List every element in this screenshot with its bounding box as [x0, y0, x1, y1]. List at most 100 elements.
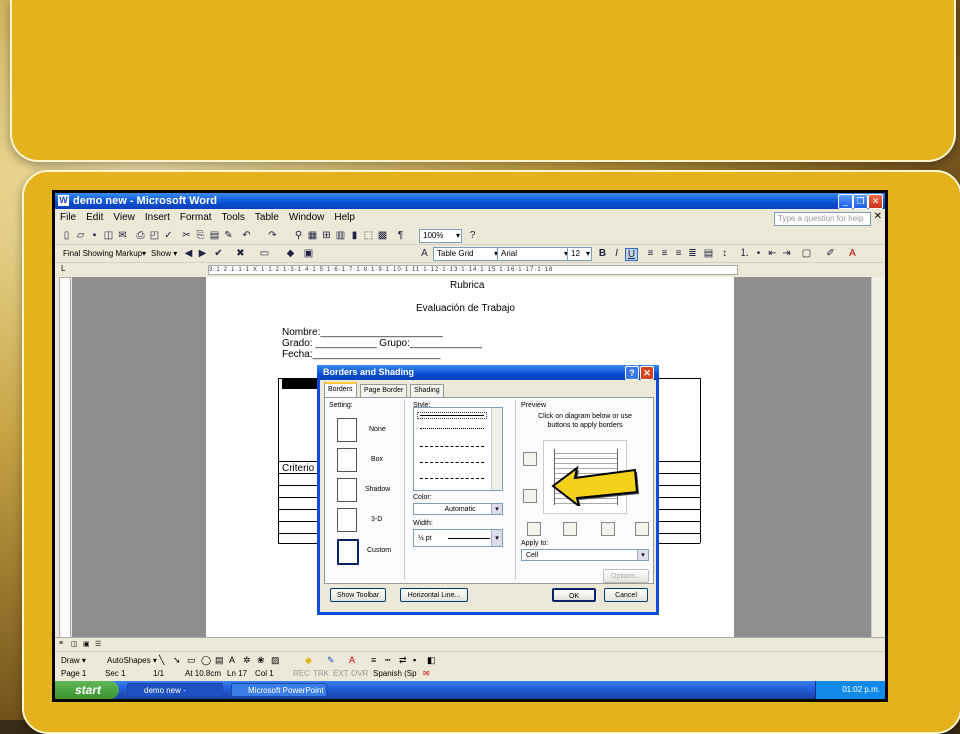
show-hide-icon[interactable]: ¶: [395, 230, 406, 241]
menu-table[interactable]: Table: [250, 210, 284, 225]
show-markup-menu[interactable]: Show ▾: [151, 249, 177, 258]
draw-menu[interactable]: Draw ▾: [61, 656, 86, 665]
rectangle-tool-icon[interactable]: ▭: [187, 655, 196, 666]
maximize-icon[interactable]: ❐: [853, 194, 868, 209]
setting-box-icon[interactable]: [337, 448, 357, 472]
color-dropdown[interactable]: Automatic ▾: [413, 503, 503, 515]
textbox-tool-icon[interactable]: ▤: [215, 655, 224, 666]
align-right-icon[interactable]: ≡: [673, 248, 684, 259]
email-icon[interactable]: ✉: [117, 230, 128, 241]
increase-indent-icon[interactable]: ⇥: [781, 248, 792, 259]
wordart-tool-icon[interactable]: A: [229, 655, 235, 665]
dialog-help-icon[interactable]: ?: [625, 366, 639, 380]
left-border-button[interactable]: [563, 522, 577, 536]
menu-format[interactable]: Format: [175, 210, 217, 225]
picture-tool-icon[interactable]: ▨: [271, 655, 280, 666]
setting-custom-icon[interactable]: [337, 539, 359, 565]
hyperlink-icon[interactable]: ⚲: [293, 230, 304, 241]
track-changes-icon[interactable]: ◆: [285, 248, 296, 259]
justify-icon[interactable]: ≣: [687, 248, 698, 259]
print-view-icon[interactable]: ▣: [83, 640, 90, 648]
menu-insert[interactable]: Insert: [140, 210, 175, 225]
tables-borders-icon[interactable]: ▦: [307, 230, 318, 241]
redo-icon[interactable]: ↷: [267, 230, 278, 241]
tab-selector-icon[interactable]: L: [61, 264, 65, 273]
save-icon[interactable]: ▪: [89, 230, 100, 241]
font-combo[interactable]: Arial: [497, 247, 570, 261]
spelling-icon[interactable]: ✓: [163, 230, 174, 241]
permission-icon[interactable]: ◫: [103, 230, 114, 241]
right-border-button[interactable]: [601, 522, 615, 536]
menu-view[interactable]: View: [108, 210, 140, 225]
styles-icon[interactable]: A: [419, 248, 430, 259]
style-solid[interactable]: [417, 412, 487, 419]
vertical-scrollbar[interactable]: [871, 277, 885, 637]
highlight-icon[interactable]: ✐: [825, 248, 836, 259]
help-search-input[interactable]: Type a question for help: [774, 212, 871, 226]
new-document-icon[interactable]: ▯: [61, 230, 72, 241]
setting-3d-label[interactable]: 3-D: [371, 516, 382, 523]
outline-view-icon[interactable]: ☰: [95, 640, 101, 648]
previous-change-icon[interactable]: ◀: [183, 248, 194, 259]
minimize-icon[interactable]: _: [838, 194, 853, 209]
font-size-combo[interactable]: 12: [567, 247, 592, 261]
decrease-indent-icon[interactable]: ⇤: [767, 248, 778, 259]
line-style-icon[interactable]: ≡: [371, 655, 376, 665]
status-ext[interactable]: EXT: [333, 669, 349, 678]
document-map-icon[interactable]: ▩: [377, 230, 388, 241]
insert-comment-icon[interactable]: ▭: [259, 248, 270, 259]
columns-icon[interactable]: ▮: [349, 230, 360, 241]
setting-none-icon[interactable]: [337, 418, 357, 442]
horizontal-scrollbar[interactable]: ≡ ◫ ▣ ☰: [55, 637, 885, 651]
clock[interactable]: 01:02 p.m.: [842, 685, 880, 694]
setting-shadow-label[interactable]: Shadow: [365, 486, 390, 493]
draw-font-color-icon[interactable]: A: [349, 655, 355, 665]
open-folder-icon[interactable]: ▱: [75, 230, 86, 241]
numbering-icon[interactable]: ⒈: [739, 248, 750, 259]
distributed-icon[interactable]: ▤: [703, 248, 714, 259]
style-dashed[interactable]: [420, 462, 484, 463]
tab-borders[interactable]: Borders: [324, 382, 357, 398]
underline-icon[interactable]: U: [625, 248, 638, 261]
line-color-icon[interactable]: ✎: [327, 655, 335, 666]
tab-page-border[interactable]: Page Border: [360, 384, 408, 397]
insert-table-icon[interactable]: ⊞: [321, 230, 332, 241]
format-painter-icon[interactable]: ✎: [223, 230, 234, 241]
style-list-scrollbar[interactable]: [491, 408, 502, 490]
normal-view-icon[interactable]: ≡: [59, 640, 63, 647]
font-color-icon[interactable]: A: [847, 248, 858, 259]
arrow-tool-icon[interactable]: ➘: [173, 655, 181, 666]
3d-style-icon[interactable]: ◧: [427, 655, 436, 666]
menu-window[interactable]: Window: [284, 210, 330, 225]
style-combo[interactable]: Table Grid: [433, 247, 500, 261]
diagonal-up-button[interactable]: [527, 522, 541, 536]
ok-button[interactable]: OK: [552, 588, 596, 602]
dialog-titlebar[interactable]: Borders and Shading ? ✕: [317, 365, 659, 380]
style-dashed-small[interactable]: [420, 446, 484, 447]
insert-excel-icon[interactable]: ▥: [335, 230, 346, 241]
border-icon[interactable]: ▢: [801, 248, 812, 259]
shadow-style-icon[interactable]: ▪: [413, 655, 416, 665]
start-button[interactable]: start: [55, 681, 119, 699]
copy-icon[interactable]: ⎘: [195, 230, 206, 241]
line-style-list[interactable]: [413, 407, 503, 491]
oval-tool-icon[interactable]: ◯: [201, 655, 211, 666]
menu-tools[interactable]: Tools: [217, 210, 250, 225]
clipart-tool-icon[interactable]: ❀: [257, 655, 265, 666]
setting-3d-icon[interactable]: [337, 508, 357, 532]
reviewing-pane-icon[interactable]: ▣: [303, 248, 314, 259]
apply-to-dropdown[interactable]: Cell ▾: [521, 549, 649, 561]
bullets-icon[interactable]: •: [753, 248, 764, 259]
setting-custom-label[interactable]: Custom: [367, 547, 391, 554]
menu-help[interactable]: Help: [329, 210, 360, 225]
show-toolbar-button[interactable]: Show Toolbar: [330, 588, 386, 602]
spelling-status-icon[interactable]: ✉: [423, 669, 430, 678]
status-trk[interactable]: TRK: [313, 669, 329, 678]
tab-shading[interactable]: Shading: [410, 384, 444, 397]
close-icon[interactable]: ✕: [868, 194, 883, 209]
fill-color-icon[interactable]: ◆: [305, 655, 312, 666]
print-preview-icon[interactable]: ◰: [149, 230, 160, 241]
dialog-close-icon[interactable]: ✕: [640, 366, 654, 380]
dash-style-icon[interactable]: ┅: [385, 655, 390, 666]
undo-icon[interactable]: ↶: [241, 230, 252, 241]
